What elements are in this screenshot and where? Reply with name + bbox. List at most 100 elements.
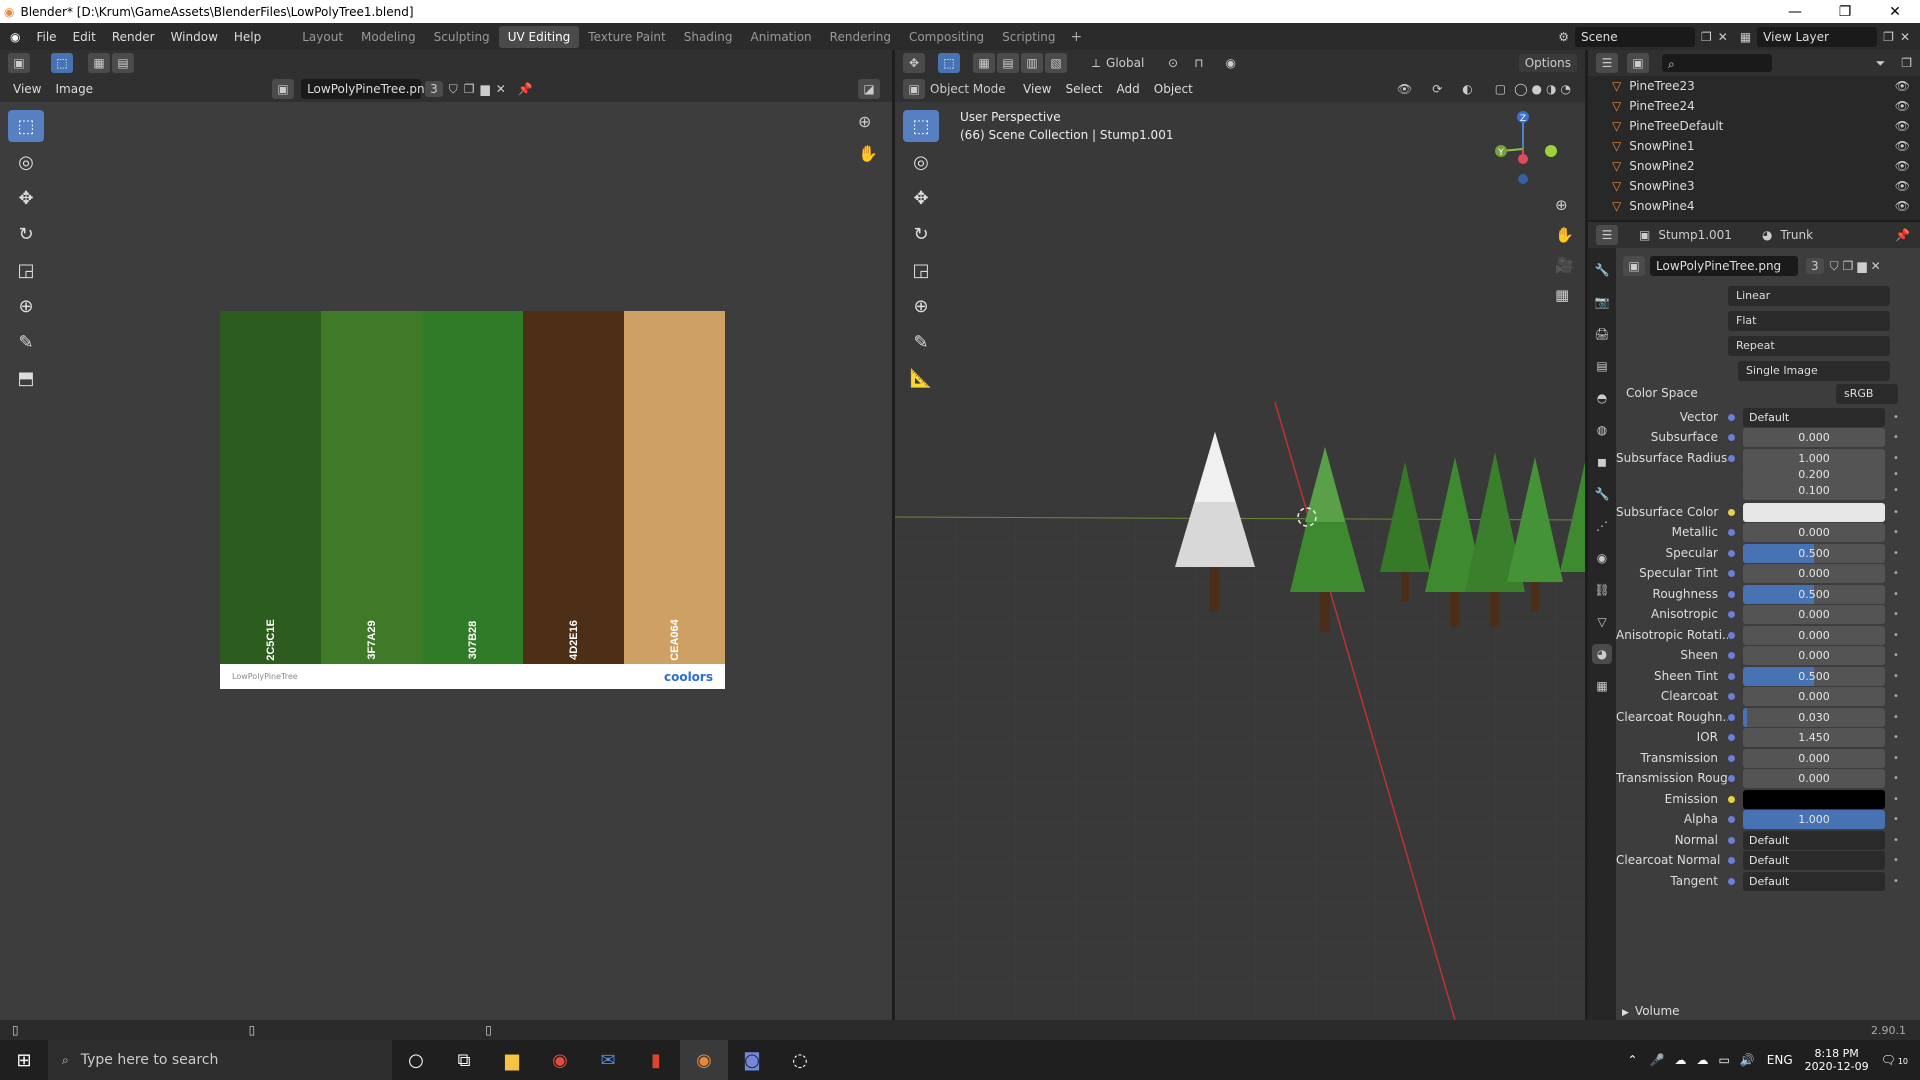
material-tab-icon[interactable]: ◕ bbox=[1592, 644, 1612, 664]
constraints-tab-icon[interactable]: ⛓ bbox=[1592, 580, 1612, 600]
scale-icon[interactable]: ◲ bbox=[8, 254, 44, 286]
menu-edit[interactable]: Edit bbox=[65, 30, 104, 44]
keyframe-dot-icon[interactable]: • bbox=[1893, 794, 1899, 805]
clock[interactable]: 8:18 PM 2020-12-09 bbox=[1805, 1047, 1869, 1073]
object-mode-icon[interactable]: ▣ bbox=[903, 79, 925, 99]
object-mode-dropdown[interactable]: Object Mode bbox=[930, 82, 1016, 96]
select-mode-icon[interactable]: ⬚ bbox=[51, 53, 73, 73]
property-value[interactable] bbox=[1743, 789, 1885, 809]
shading-wire-icon[interactable]: ◯ bbox=[1514, 82, 1527, 96]
physics-tab-icon[interactable]: ◉ bbox=[1592, 548, 1612, 568]
modifier-tab-icon[interactable]: 🔧 bbox=[1592, 484, 1612, 504]
overlay-icon[interactable]: ◐ bbox=[1462, 82, 1472, 96]
annotate-icon[interactable]: ✎ bbox=[8, 326, 44, 358]
3d-viewport[interactable]: ✥ ⬚ ▦ ▤ ▥ ▧ ⟂ Global ⊙ ⊓ ◉ Options ▣ Obj… bbox=[895, 50, 1585, 1020]
keyframe-dot-icon[interactable]: • bbox=[1893, 432, 1899, 443]
outliner-search[interactable]: ⌕ bbox=[1662, 54, 1772, 72]
menu-image[interactable]: Image bbox=[48, 82, 100, 96]
socket-icon[interactable] bbox=[1728, 672, 1735, 680]
socket-icon[interactable] bbox=[1728, 774, 1735, 782]
prop-image-browse-icon[interactable]: ▣ bbox=[1623, 256, 1645, 276]
socket-icon[interactable] bbox=[1728, 569, 1735, 577]
property-value[interactable]: 0.000 bbox=[1743, 563, 1885, 583]
editor-type-icon[interactable]: ▣ bbox=[8, 53, 30, 73]
eye-icon[interactable]: 👁 bbox=[1895, 199, 1910, 213]
cortana-icon[interactable]: ○ bbox=[392, 1040, 440, 1080]
object-tab-icon[interactable]: ◼ bbox=[1592, 452, 1612, 472]
office-icon[interactable]: ▮ bbox=[632, 1040, 680, 1080]
eye-icon[interactable]: 👁 bbox=[1895, 159, 1910, 173]
source-dropdown[interactable]: Single Image bbox=[1738, 361, 1890, 381]
steam-icon[interactable]: ◌ bbox=[776, 1040, 824, 1080]
socket-icon[interactable] bbox=[1728, 877, 1735, 885]
socket-icon[interactable] bbox=[1728, 508, 1735, 516]
viewport-select-icon[interactable]: ⬚ bbox=[938, 53, 960, 73]
viewport-menu-view[interactable]: View bbox=[1016, 82, 1058, 96]
display-channels-icon[interactable]: ◪ bbox=[858, 79, 880, 99]
property-value[interactable]: 0.100 bbox=[1743, 480, 1885, 500]
property-value[interactable]: 1.000 bbox=[1743, 809, 1885, 829]
shading-solid-icon[interactable]: ● bbox=[1532, 82, 1542, 96]
property-value[interactable] bbox=[1743, 502, 1885, 522]
viewport-menu-select[interactable]: Select bbox=[1058, 82, 1109, 96]
outliner-item[interactable]: ▽ SnowPine3 👁 bbox=[1588, 176, 1920, 196]
outliner-item[interactable]: ▽ SnowPine4 👁 bbox=[1588, 196, 1920, 216]
image-name-field[interactable]: LowPolyPineTree.png bbox=[301, 79, 432, 99]
scene-tab-icon[interactable]: ◓ bbox=[1592, 388, 1612, 408]
keyframe-dot-icon[interactable]: • bbox=[1893, 568, 1899, 579]
tab-texture-paint[interactable]: Texture Paint bbox=[579, 26, 674, 48]
outliner-item[interactable]: ▽ SnowPine1 👁 bbox=[1588, 136, 1920, 156]
socket-icon[interactable] bbox=[1728, 590, 1735, 598]
tool-tab-icon[interactable]: 🔧 bbox=[1592, 260, 1612, 280]
remove-view-layer-icon[interactable]: ✕ bbox=[1900, 30, 1910, 44]
keyframe-dot-icon[interactable]: • bbox=[1893, 527, 1899, 538]
tab-scripting[interactable]: Scripting bbox=[993, 26, 1064, 48]
property-value[interactable]: 0.000 bbox=[1743, 427, 1885, 447]
volume-panel[interactable]: ▶ Volume bbox=[1622, 1004, 1680, 1018]
socket-icon[interactable] bbox=[1728, 413, 1735, 421]
properties-pin-icon[interactable]: 📌 bbox=[1895, 228, 1910, 242]
color-space-dropdown[interactable]: sRGB bbox=[1836, 384, 1898, 404]
tab-modeling[interactable]: Modeling bbox=[352, 26, 425, 48]
prop-fake-user-icon[interactable]: ⛉ bbox=[1830, 259, 1839, 274]
unlink-image-icon[interactable]: ✕ bbox=[496, 82, 506, 96]
property-value[interactable]: 0.000 bbox=[1743, 686, 1885, 706]
image-browse-icon[interactable]: ▣ bbox=[272, 79, 295, 99]
eye-icon[interactable]: 👁 bbox=[1895, 119, 1910, 133]
view-layer-tab-icon[interactable]: ▤ bbox=[1592, 356, 1612, 376]
options-dropdown[interactable]: Options bbox=[1518, 54, 1577, 72]
viewport-editor-type-icon[interactable]: ✥ bbox=[903, 53, 925, 73]
shading-material-icon[interactable]: ◑ bbox=[1546, 82, 1556, 96]
property-value[interactable]: 0.000 bbox=[1743, 625, 1885, 645]
file-explorer-icon[interactable]: ▆ bbox=[488, 1040, 536, 1080]
viewport-select-new-icon[interactable]: ▦ bbox=[973, 53, 995, 73]
eye-icon[interactable]: 👁 bbox=[1895, 179, 1910, 193]
keyframe-dot-icon[interactable]: • bbox=[1893, 835, 1899, 846]
close-button[interactable]: ✕ bbox=[1870, 4, 1920, 20]
keyframe-dot-icon[interactable]: • bbox=[1893, 548, 1899, 559]
keyframe-dot-icon[interactable]: • bbox=[1893, 650, 1899, 661]
select-new-icon[interactable]: ▦ bbox=[88, 53, 110, 73]
network-icon[interactable]: ▭ bbox=[1718, 1053, 1729, 1067]
property-value[interactable]: 0.500 bbox=[1743, 584, 1885, 604]
xray-icon[interactable]: ▢ bbox=[1495, 82, 1506, 96]
tab-sculpting[interactable]: Sculpting bbox=[425, 26, 499, 48]
outliner-type-icon[interactable]: ☰ bbox=[1596, 53, 1618, 73]
view-layer-icon[interactable]: ▦ bbox=[1740, 30, 1751, 44]
keyframe-dot-icon[interactable]: • bbox=[1893, 814, 1899, 825]
tab-animation[interactable]: Animation bbox=[741, 26, 820, 48]
outliner-item[interactable]: ▽ PineTreeDefault 👁 bbox=[1588, 116, 1920, 136]
windows-start-icon[interactable]: ⊞ bbox=[0, 1040, 48, 1080]
tab-rendering[interactable]: Rendering bbox=[821, 26, 900, 48]
outliner-item[interactable]: ▽ SnowPine2 👁 bbox=[1588, 156, 1920, 176]
keyframe-dot-icon[interactable]: • bbox=[1893, 691, 1899, 702]
socket-icon[interactable] bbox=[1728, 733, 1735, 741]
cursor-icon[interactable]: ◎ bbox=[8, 146, 44, 178]
eye-icon[interactable]: 👁 bbox=[1895, 99, 1910, 113]
socket-icon[interactable] bbox=[1728, 795, 1735, 803]
eye-icon[interactable]: 👁 bbox=[1895, 139, 1910, 153]
socket-icon[interactable] bbox=[1728, 754, 1735, 762]
particles-tab-icon[interactable]: ⋰ bbox=[1592, 516, 1612, 536]
new-image-icon[interactable]: ❐ bbox=[464, 82, 475, 96]
socket-icon[interactable] bbox=[1728, 815, 1735, 823]
